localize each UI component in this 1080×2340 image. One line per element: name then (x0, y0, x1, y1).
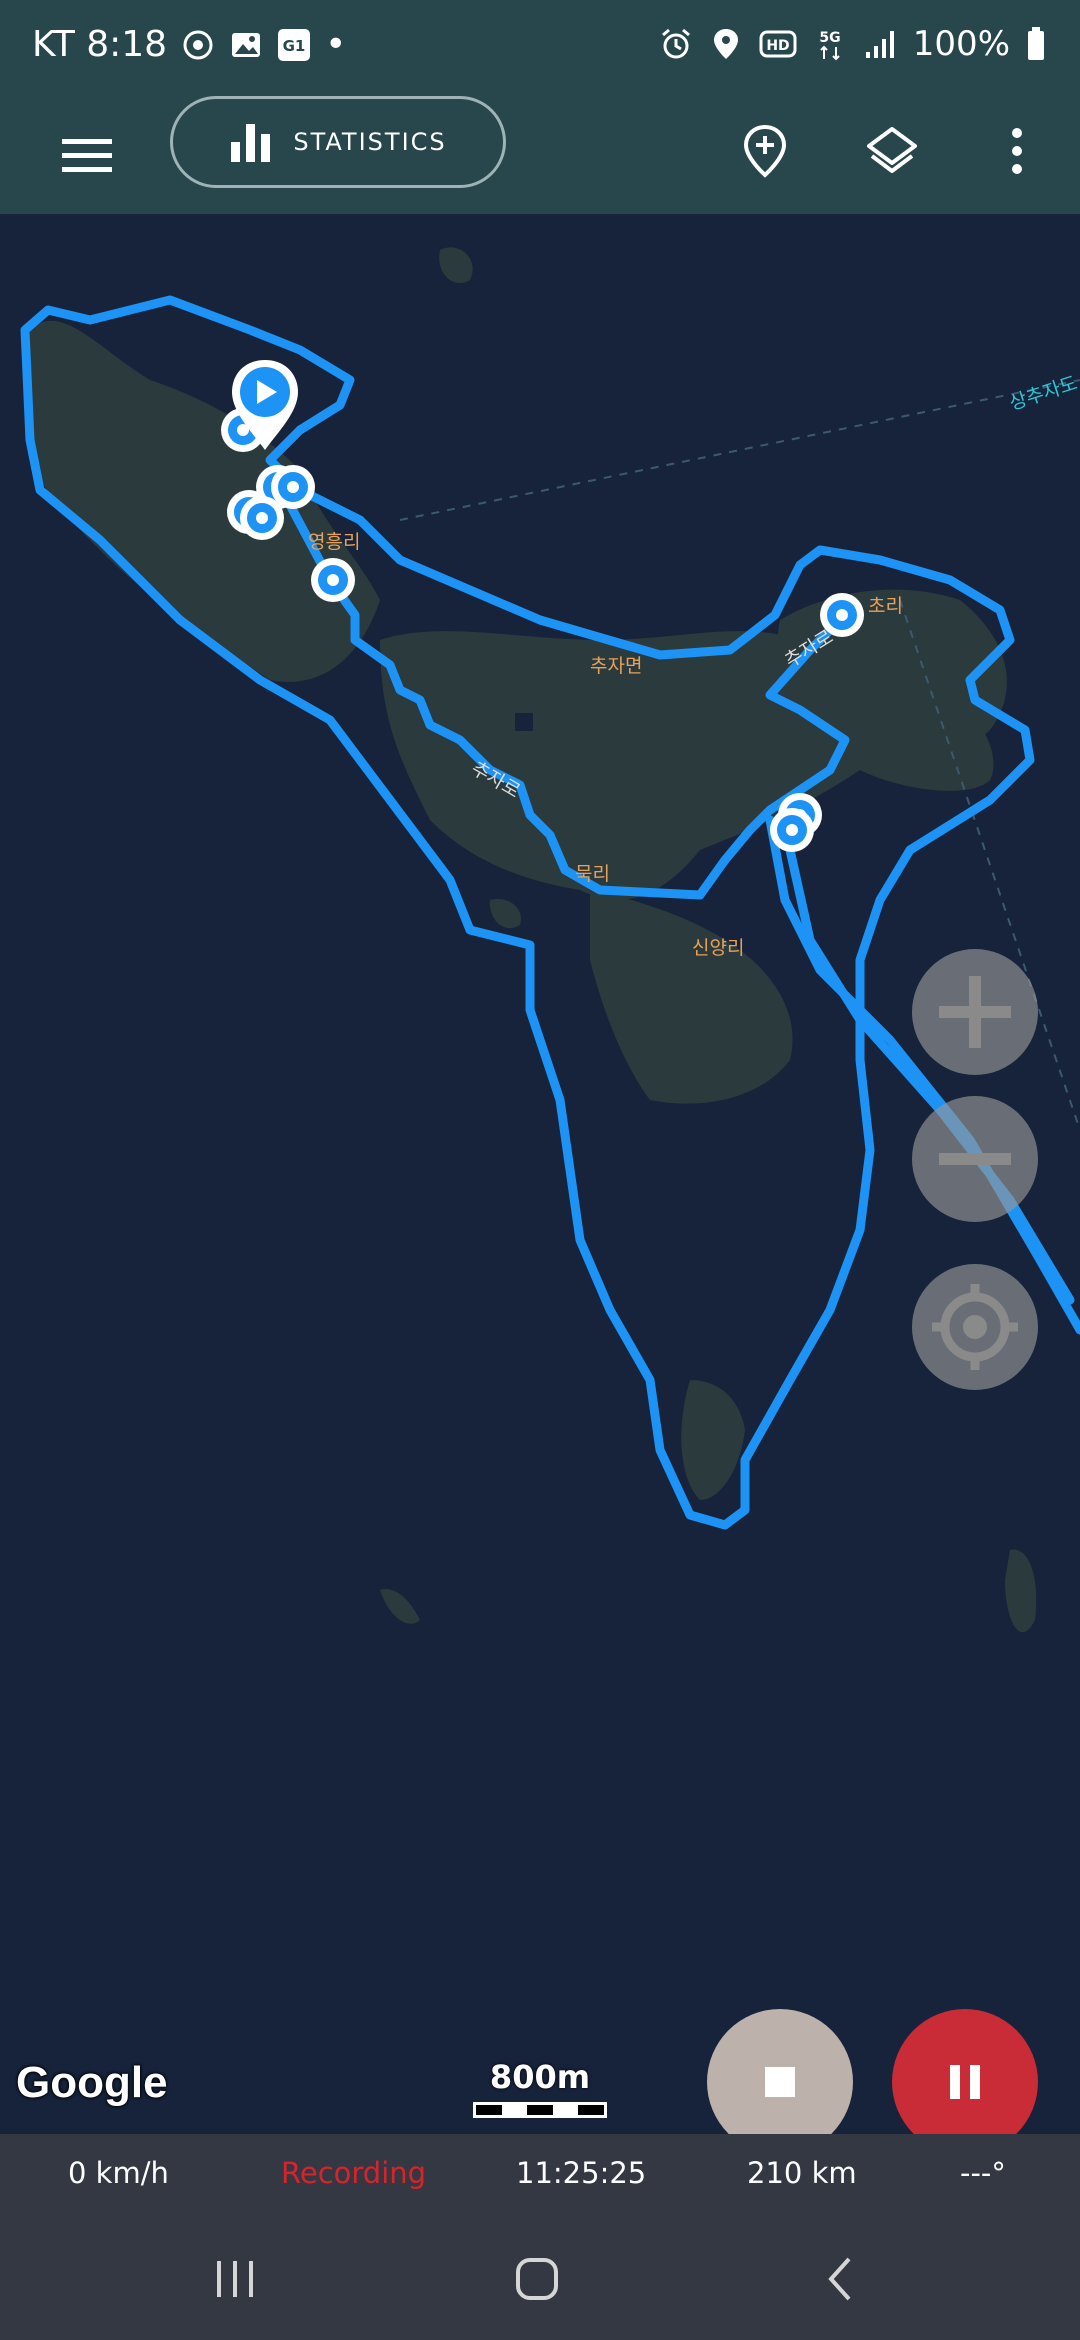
bar-chart-icon (231, 124, 271, 162)
map-label: 영흥리 (308, 531, 360, 553)
speed-value: 0 km/h (68, 2156, 169, 2190)
distance-value: 210 km (747, 2156, 857, 2190)
layers-icon (867, 127, 917, 173)
zoom-out-button[interactable] (912, 1096, 1038, 1222)
waypoint-marker[interactable] (240, 496, 284, 540)
add-marker-button[interactable] (730, 116, 800, 186)
recent-apps-button[interactable] (195, 2244, 275, 2314)
back-button[interactable] (800, 2244, 880, 2314)
g1-app-icon: G1 (277, 28, 311, 62)
land-areas (28, 247, 1037, 1633)
offmap-label: 상추자도 (1007, 372, 1080, 415)
statistics-button[interactable]: STATISTICS (170, 96, 506, 188)
status-right: HD 5G 100% (659, 24, 1046, 64)
alarm-icon (659, 27, 693, 61)
more-vert-icon (1012, 128, 1022, 174)
map-label: 초리 (868, 595, 903, 617)
hd-label: HD (766, 38, 789, 54)
map-label: 추자면 (590, 655, 642, 677)
map-scale: 800m (470, 2058, 610, 2118)
back-icon (828, 2257, 851, 2301)
minus-icon (939, 1153, 1011, 1165)
recording-status: Recording (281, 2156, 427, 2190)
gallery-icon (229, 28, 263, 62)
carrier-time: KT 8:18 (32, 24, 168, 65)
duration-value: 11:25:25 (516, 2156, 647, 2190)
add-marker-icon (743, 124, 787, 178)
location-pin-icon (709, 27, 743, 61)
scale-label: 800m (489, 2058, 591, 2096)
recording-info-bar: 0 km/h Recording 11:25:25 210 km ---° (0, 2134, 1080, 2214)
toolbar: STATISTICS (0, 96, 1080, 214)
ferry-route (399, 379, 1080, 521)
recent-apps-icon (217, 2261, 253, 2297)
scale-bar (473, 2102, 607, 2118)
more-options-button[interactable] (982, 116, 1052, 186)
battery-icon (1026, 27, 1046, 61)
menu-icon (62, 139, 112, 172)
my-location-icon (932, 1284, 1018, 1370)
pause-icon (950, 2065, 980, 2099)
home-icon (516, 2258, 558, 2300)
notification-dot: • (325, 24, 347, 65)
waypoint-marker[interactable] (311, 558, 355, 602)
status-bar: KT 8:18 G1 • HD 5G 100% (0, 0, 1080, 96)
signal-icon (863, 27, 897, 61)
hd-icon: HD (759, 27, 797, 61)
layers-button[interactable] (857, 116, 927, 186)
waypoint-marker[interactable] (770, 808, 814, 852)
my-location-button[interactable] (912, 1264, 1038, 1390)
status-left: KT 8:18 G1 • (32, 24, 346, 65)
location-target-icon (181, 28, 215, 62)
statistics-label: STATISTICS (293, 128, 447, 156)
google-logo: Google (16, 2058, 168, 2107)
menu-button[interactable] (52, 120, 122, 190)
zoom-in-button[interactable] (912, 949, 1038, 1075)
map-label: 묵리 (575, 863, 610, 885)
bearing-value: ---° (960, 2156, 1006, 2190)
home-button[interactable] (497, 2244, 577, 2314)
map-label: 신양리 (692, 937, 744, 959)
waypoint-marker[interactable] (271, 465, 315, 509)
battery-percent: 100% (912, 24, 1010, 64)
5g-icon: 5G (813, 27, 847, 61)
5g-label: 5G (819, 30, 840, 46)
plus-icon (939, 976, 1011, 1048)
system-nav-bar (0, 2214, 1080, 2340)
stop-icon (765, 2067, 795, 2097)
g1-badge-text: G1 (283, 37, 306, 55)
